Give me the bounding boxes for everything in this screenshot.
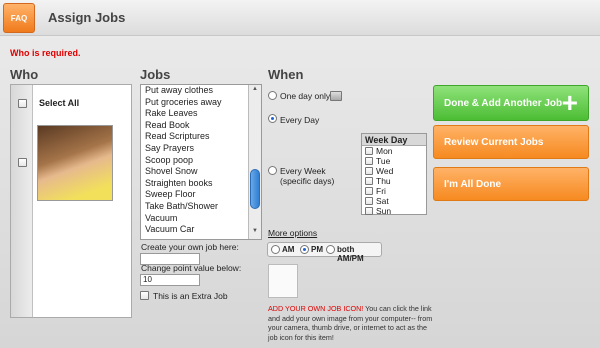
pm-radio[interactable]	[300, 245, 309, 254]
all-done-label: I'm All Done	[444, 178, 502, 190]
who-heading: Who	[10, 67, 39, 82]
add-icon-note[interactable]: ADD YOUR OWN JOB ICON! You can click the…	[268, 304, 438, 342]
top-bar: FAQ Assign Jobs	[0, 0, 600, 36]
one-day-radio[interactable]	[268, 91, 277, 100]
add-icon-heading: ADD YOUR OWN JOB ICON!	[268, 304, 364, 313]
weekday-checkbox[interactable]	[365, 147, 373, 155]
weekday-row[interactable]: Thu	[362, 176, 426, 186]
weekday-row[interactable]: Mon	[362, 146, 426, 156]
select-all-checkbox[interactable]	[18, 99, 27, 108]
who-panel: Select All	[10, 84, 132, 318]
pm-label: PM	[311, 245, 323, 254]
points-label: Change point value below:	[141, 263, 242, 273]
every-week-sublabel: (specific days)	[280, 176, 335, 186]
weekday-row[interactable]: Fri	[362, 186, 426, 196]
all-done-button[interactable]: I'm All Done	[433, 167, 589, 201]
points-input[interactable]: 10	[140, 274, 200, 286]
scroll-down-icon[interactable]: ▼	[250, 228, 260, 238]
weekday-row[interactable]: Sat	[362, 196, 426, 206]
weekday-label: Sun	[376, 206, 392, 216]
every-day-radio[interactable]	[268, 114, 277, 123]
weekday-header: Week Day	[362, 134, 426, 146]
weekday-checkbox[interactable]	[365, 207, 373, 215]
every-week-label: Every Week	[280, 166, 326, 176]
page-title: Assign Jobs	[48, 10, 126, 25]
weekday-checkbox[interactable]	[365, 157, 373, 165]
am-label: AM	[282, 245, 295, 254]
review-jobs-button[interactable]: Review Current Jobs	[433, 125, 589, 159]
done-add-another-button[interactable]: Done & Add Another Job +	[433, 85, 589, 121]
more-options-link[interactable]: More options	[268, 228, 317, 238]
error-message: Who is required.	[10, 48, 81, 58]
create-job-label: Create your own job here:	[141, 242, 239, 252]
jobs-listbox[interactable]: Put away clothes Put groceries away Rake L…	[140, 84, 262, 240]
weekday-selector: Week Day Mon Tue Wed Thu Fri Sat Sun	[361, 133, 427, 216]
extra-job-checkbox[interactable]	[140, 291, 149, 300]
am-radio[interactable]	[271, 245, 280, 254]
one-day-label: One day only	[280, 91, 331, 101]
weekday-checkbox[interactable]	[365, 167, 373, 175]
both-label: both AM/PM	[337, 245, 364, 263]
time-of-day-selector: AM PM both AM/PM	[267, 242, 382, 263]
extra-job-label: This is an Extra Job	[153, 291, 228, 301]
member-checkbox[interactable]	[18, 158, 27, 167]
weekday-label: Thu	[376, 176, 391, 186]
child-photo[interactable]	[37, 125, 113, 201]
job-list-item[interactable]: Read Scriptures	[141, 131, 261, 143]
weekday-label: Mon	[376, 146, 393, 156]
job-list-item[interactable]: Vacuum Car	[141, 224, 261, 236]
job-list-item[interactable]: Scoop poop	[141, 155, 261, 167]
weekday-checkbox[interactable]	[365, 187, 373, 195]
plus-icon: +	[561, 87, 578, 118]
weekday-label: Wed	[376, 166, 394, 176]
weekday-row[interactable]: Sun	[362, 206, 426, 216]
weekday-checkbox[interactable]	[365, 177, 373, 185]
both-radio[interactable]	[326, 245, 335, 254]
jobs-scrollbar[interactable]: ▲ ▼	[248, 85, 261, 239]
select-all-label: Select All	[39, 98, 80, 108]
done-add-label: Done & Add Another Job	[444, 97, 563, 109]
every-day-label: Every Day	[280, 115, 320, 125]
job-list-item[interactable]: Vacuum	[141, 213, 261, 225]
job-list-item[interactable]: Sweep Floor	[141, 189, 261, 201]
job-icon-preview[interactable]	[268, 264, 298, 298]
weekday-checkbox[interactable]	[365, 197, 373, 205]
scroll-thumb[interactable]	[250, 169, 260, 209]
jobs-heading: Jobs	[140, 67, 171, 82]
job-list-item[interactable]: Shovel Snow	[141, 166, 261, 178]
weekday-row[interactable]: Tue	[362, 156, 426, 166]
review-label: Review Current Jobs	[444, 136, 544, 148]
every-week-radio[interactable]	[268, 166, 277, 175]
faq-button[interactable]: FAQ	[3, 3, 35, 33]
calendar-icon[interactable]	[330, 91, 342, 101]
job-list-item[interactable]: Take Bath/Shower	[141, 201, 261, 213]
job-list-item[interactable]: Rake Leaves	[141, 108, 261, 120]
weekday-row[interactable]: Wed	[362, 166, 426, 176]
job-list-item[interactable]: Say Prayers	[141, 143, 261, 155]
weekday-label: Sat	[376, 196, 389, 206]
when-heading: When	[268, 67, 304, 82]
scroll-up-icon[interactable]: ▲	[250, 86, 260, 96]
job-list-item[interactable]: Put away clothes	[141, 85, 261, 97]
job-list-item[interactable]: Straighten books	[141, 178, 261, 190]
who-checkbox-strip	[11, 85, 33, 317]
weekday-label: Fri	[376, 186, 386, 196]
job-list-item[interactable]: Read Book	[141, 120, 261, 132]
job-list-item[interactable]: Put groceries away	[141, 97, 261, 109]
weekday-label: Tue	[376, 156, 391, 166]
